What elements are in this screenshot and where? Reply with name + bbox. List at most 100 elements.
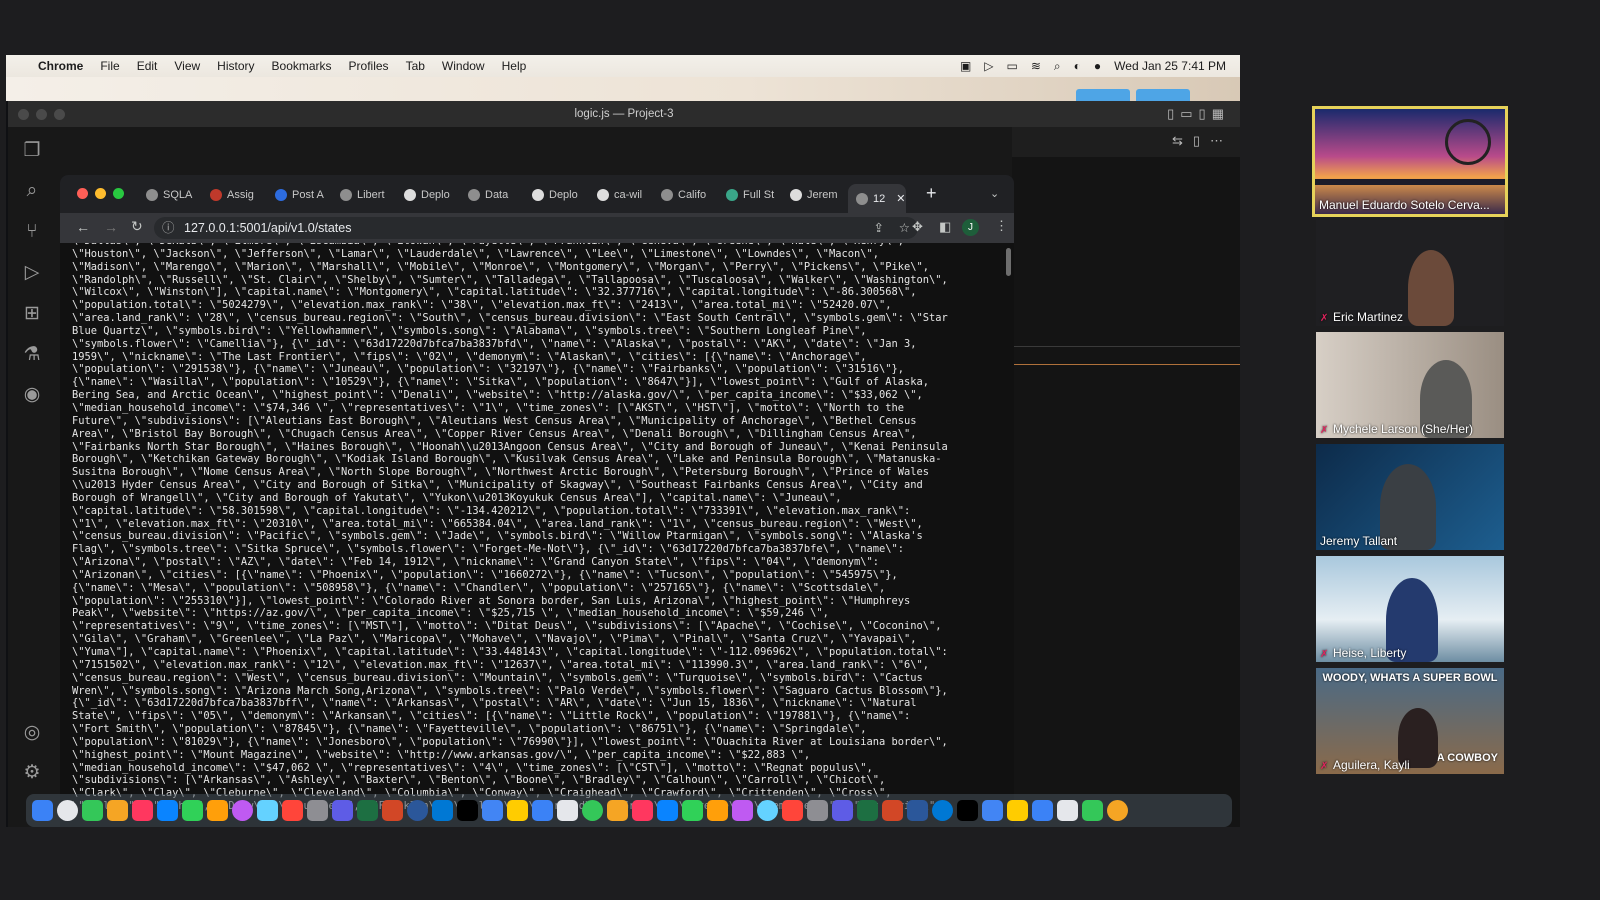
- participant-tile[interactable]: ✗ Eric Martinez: [1316, 220, 1504, 326]
- browser-tab[interactable]: Deplo: [404, 184, 458, 206]
- address-bar[interactable]: ⓘ 127.0.0.1:5001/api/v1.0/states ⇪ ☆: [154, 217, 918, 239]
- tab-search-chevron-icon[interactable]: ⌄: [990, 187, 999, 200]
- dock-app-icon[interactable]: [257, 800, 278, 821]
- side-panel-icon[interactable]: ◧: [939, 219, 951, 235]
- participant-tile[interactable]: WOODY, WHATS A SUPER BOWL A COWBOY ✗ Agui…: [1316, 668, 1504, 774]
- site-info-icon[interactable]: ⓘ: [162, 221, 175, 235]
- browser-tab[interactable]: Libert: [340, 184, 394, 206]
- dock-app-icon[interactable]: [757, 800, 778, 821]
- dock-app-icon[interactable]: [232, 800, 253, 821]
- dock-app-icon[interactable]: [982, 800, 1003, 821]
- scrollbar-thumb[interactable]: [1006, 248, 1011, 276]
- dock-app-icon[interactable]: [1057, 800, 1078, 821]
- menubar-clock[interactable]: Wed Jan 25 7:41 PM: [1114, 59, 1226, 73]
- dock-app-icon[interactable]: [782, 800, 803, 821]
- dock-app-icon[interactable]: [507, 800, 528, 821]
- control-center-icon[interactable]: ◐: [1074, 59, 1081, 73]
- dock-app-icon[interactable]: [382, 800, 403, 821]
- extensions-puzzle-icon[interactable]: ✥: [912, 219, 923, 235]
- dock-app-icon[interactable]: [82, 800, 103, 821]
- menu-file[interactable]: File: [100, 59, 119, 73]
- dock-app-icon[interactable]: [282, 800, 303, 821]
- dock-app-icon[interactable]: [182, 800, 203, 821]
- dock-app-icon[interactable]: [1032, 800, 1053, 821]
- dock-app-icon[interactable]: [1107, 800, 1128, 821]
- dock-app-icon[interactable]: [307, 800, 328, 821]
- browser-tab[interactable]: Califo: [661, 184, 715, 206]
- chrome-menu-icon[interactable]: ⋮: [995, 218, 1008, 234]
- dock-app-icon[interactable]: [1007, 800, 1028, 821]
- menu-bookmarks[interactable]: Bookmarks: [272, 59, 332, 73]
- browser-tab[interactable]: Assig: [210, 184, 264, 206]
- github-icon[interactable]: ◉: [20, 383, 44, 407]
- dock-app-icon[interactable]: [482, 800, 503, 821]
- dock-app-icon[interactable]: [457, 800, 478, 821]
- extensions-icon[interactable]: ⊞: [20, 302, 44, 326]
- wifi-icon[interactable]: ≋: [1031, 59, 1041, 73]
- forward-icon[interactable]: →: [104, 219, 118, 235]
- menu-history[interactable]: History: [217, 59, 254, 73]
- dock-app-icon[interactable]: [357, 800, 378, 821]
- browser-tab[interactable]: Deplo: [532, 184, 586, 206]
- close-window-icon[interactable]: [77, 188, 88, 199]
- dock-app-icon[interactable]: [557, 800, 578, 821]
- dock-app-icon[interactable]: [207, 800, 228, 821]
- battery-icon[interactable]: ▭: [1007, 59, 1018, 73]
- participant-tile[interactable]: Jeremy Tallant: [1316, 444, 1504, 550]
- editor-actions[interactable]: ⇆▯⋯: [1172, 133, 1233, 149]
- share-icon[interactable]: ⇪: [874, 217, 884, 239]
- dock-app-icon[interactable]: [957, 800, 978, 821]
- browser-tab[interactable]: SQLA: [146, 184, 200, 206]
- source-control-icon[interactable]: ⑂: [20, 220, 44, 244]
- siri-icon[interactable]: ●: [1094, 59, 1101, 73]
- browser-tab[interactable]: Data: [468, 184, 522, 206]
- dock-app-icon[interactable]: [682, 800, 703, 821]
- dock-app-icon[interactable]: [432, 800, 453, 821]
- dock-app-icon[interactable]: [632, 800, 653, 821]
- dock-app-icon[interactable]: [407, 800, 428, 821]
- new-tab-button[interactable]: +: [926, 183, 937, 204]
- dock-app-icon[interactable]: [132, 800, 153, 821]
- dock-app-icon[interactable]: [732, 800, 753, 821]
- dock-app-icon[interactable]: [657, 800, 678, 821]
- dock-app-icon[interactable]: [532, 800, 553, 821]
- dock-app-icon[interactable]: [332, 800, 353, 821]
- menubar-app-name[interactable]: Chrome: [38, 59, 83, 73]
- browser-tab[interactable]: Post A: [275, 184, 329, 206]
- spotlight-icon[interactable]: ⌕: [1054, 59, 1061, 74]
- dock-app-icon[interactable]: [157, 800, 178, 821]
- dock-app-icon[interactable]: [1082, 800, 1103, 821]
- testing-icon[interactable]: ⚗: [20, 343, 44, 367]
- dock-app-icon[interactable]: [107, 800, 128, 821]
- close-window-icon[interactable]: [18, 109, 29, 120]
- dock-app-icon[interactable]: [32, 800, 53, 821]
- back-icon[interactable]: ←: [76, 219, 90, 235]
- browser-tab[interactable]: ca-wil: [597, 184, 651, 206]
- zoom-window-icon[interactable]: [113, 188, 124, 199]
- dock-app-icon[interactable]: [582, 800, 603, 821]
- browser-tab[interactable]: Jerem: [790, 184, 844, 206]
- accounts-icon[interactable]: ◎: [20, 721, 44, 745]
- minimize-window-icon[interactable]: [95, 188, 106, 199]
- reload-icon[interactable]: ↻: [131, 218, 143, 235]
- minimize-window-icon[interactable]: [36, 109, 47, 120]
- search-icon[interactable]: ⌕: [20, 179, 44, 203]
- dock-app-icon[interactable]: [707, 800, 728, 821]
- browser-tab-active[interactable]: 12 ✕: [848, 184, 906, 213]
- status-icon[interactable]: ▣: [960, 59, 971, 73]
- play-icon[interactable]: ▷: [984, 59, 993, 73]
- menu-help[interactable]: Help: [502, 59, 527, 73]
- menu-tab[interactable]: Tab: [406, 59, 425, 73]
- participant-tile[interactable]: ✗ Mychele Larson (She/Her): [1316, 332, 1504, 438]
- run-debug-icon[interactable]: ▷: [20, 261, 44, 285]
- menu-window[interactable]: Window: [442, 59, 485, 73]
- profile-avatar[interactable]: J: [962, 219, 979, 236]
- zoom-window-icon[interactable]: [54, 109, 65, 120]
- menu-view[interactable]: View: [174, 59, 200, 73]
- dock-app-icon[interactable]: [607, 800, 628, 821]
- menu-profiles[interactable]: Profiles: [349, 59, 389, 73]
- dock-app-icon[interactable]: [932, 800, 953, 821]
- dock-app-icon[interactable]: [857, 800, 878, 821]
- settings-gear-icon[interactable]: ⚙: [20, 761, 44, 785]
- layout-controls[interactable]: ▯▭▯▦: [1167, 106, 1230, 122]
